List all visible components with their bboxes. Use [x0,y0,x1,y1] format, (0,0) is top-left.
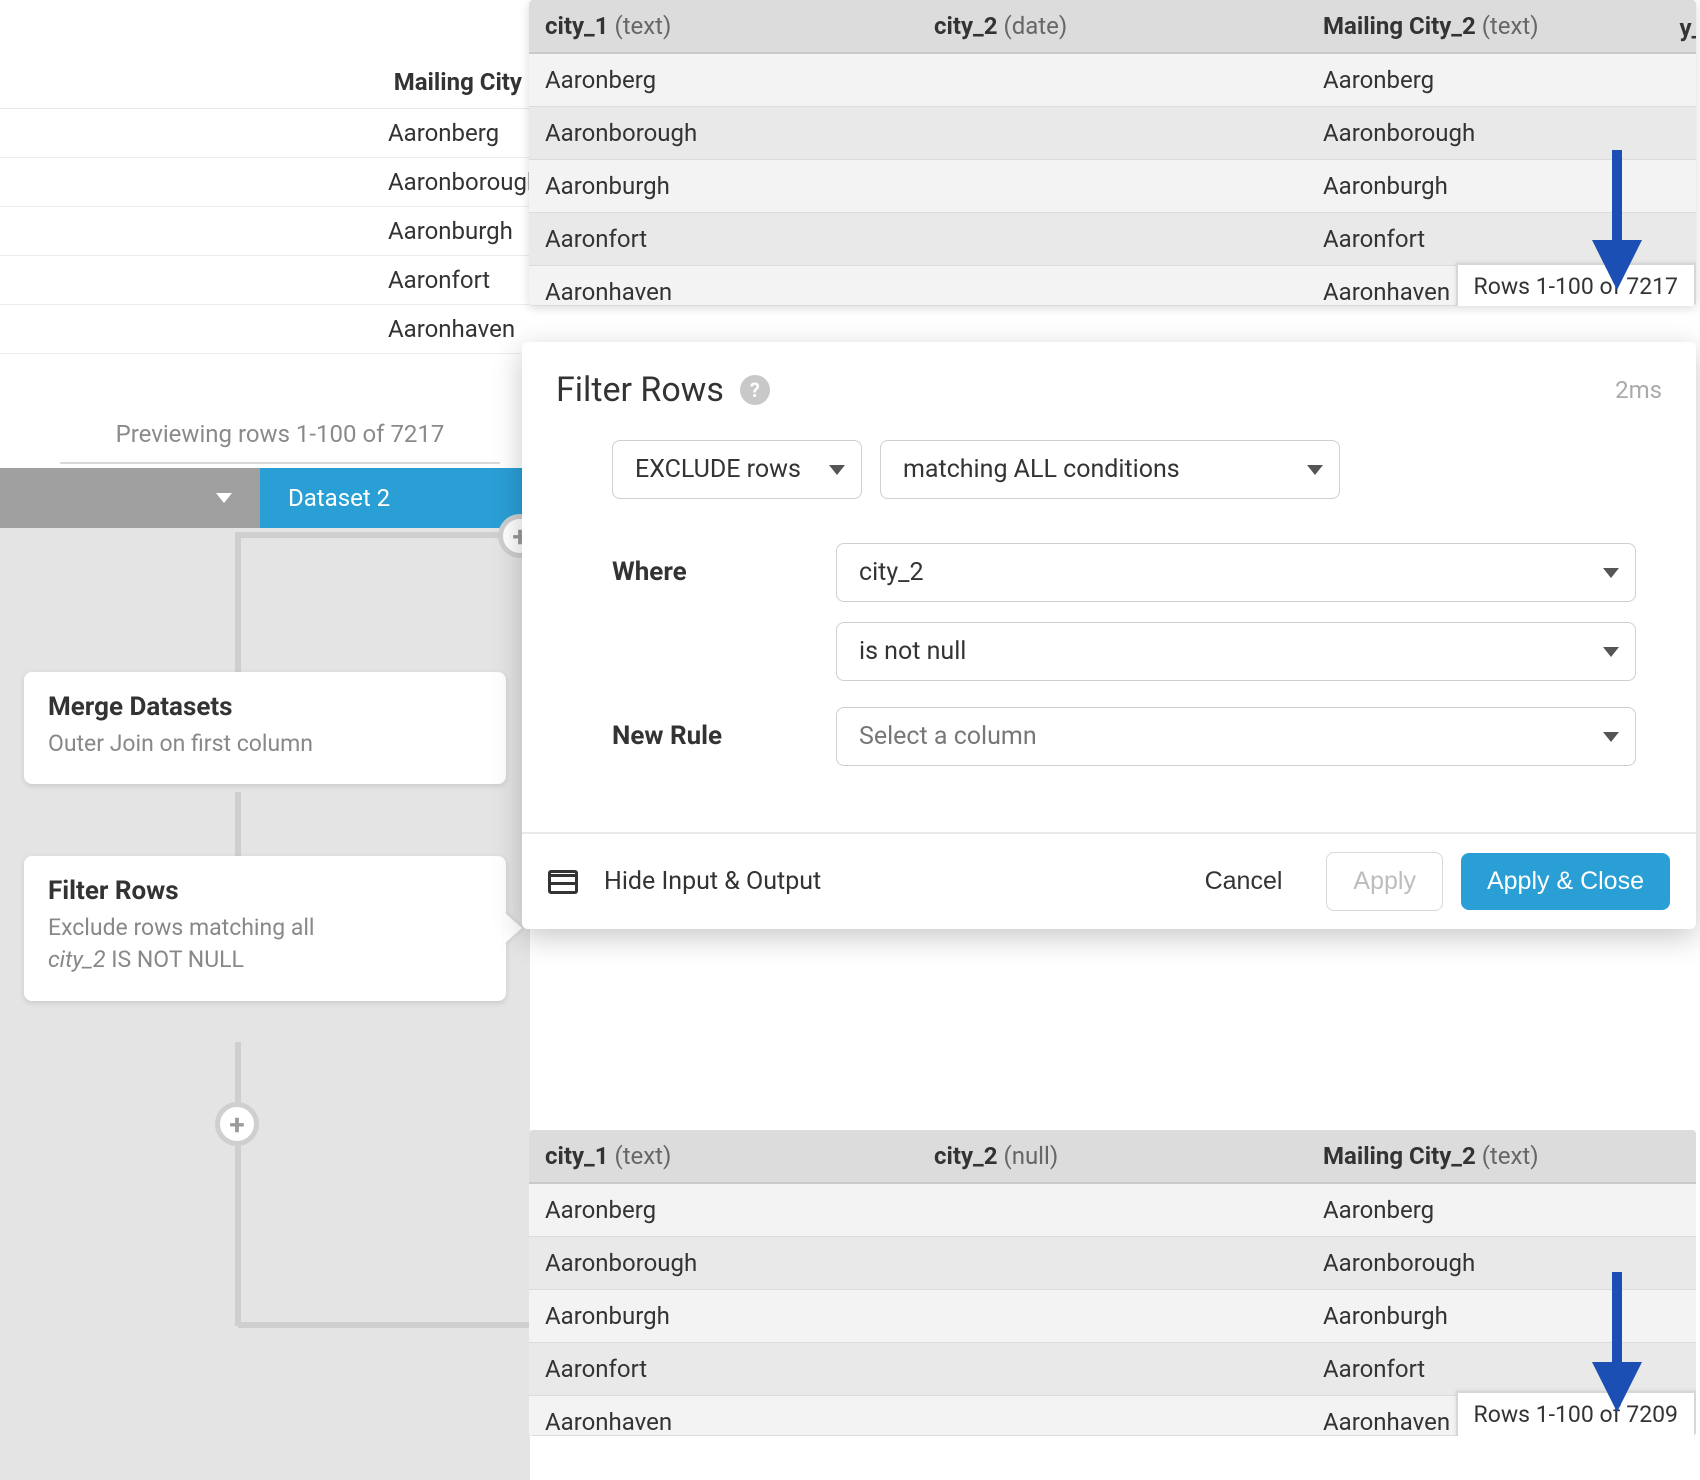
where-label: Where [612,543,812,587]
pipeline: + Merge Datasets Outer Join on first col… [0,532,530,1001]
where-column-select[interactable]: city_2 [836,543,1636,602]
background-table: Mailing City Aaronberg Aaronborough Aaro… [0,56,540,354]
connector-line [235,532,241,672]
dialog-title: Filter Rows [556,370,724,410]
pipeline-canvas: Dataset 2 + Merge Datasets Outer Join on… [0,468,530,1480]
annotation-arrow-icon [1592,150,1642,290]
help-icon[interactable]: ? [740,375,770,405]
connector-line [238,1322,536,1328]
step-subtitle: Exclude rows matching all city_2 IS NOT … [48,912,482,976]
chevron-down-icon [1603,732,1619,742]
cell [918,54,1307,106]
table-header-row: city_1 (text) city_2 (null) Mailing City… [529,1130,1696,1184]
cell [918,266,1307,305]
column-header[interactable]: Mailing City_2 (text) y_2 [1307,0,1696,52]
connector-line [238,532,520,538]
cell: Aaronborough [529,107,918,159]
table-header-row: city_1 (text) city_2 (date) Mailing City… [529,0,1696,54]
cell: Aaronburgh [529,1290,918,1342]
chevron-down-icon [1307,465,1323,475]
dataset-tab-1[interactable] [0,468,260,528]
cell: Aaronburgh [529,160,918,212]
cell [918,1343,1307,1395]
apply-button[interactable]: Apply [1326,852,1443,911]
table-row: Aaronborough Aaronborough [529,107,1696,160]
table-row: Aaronfort Aaronfort [529,1343,1696,1396]
cell [918,160,1307,212]
cell: Aaronfort [529,213,918,265]
cell [918,107,1307,159]
cancel-button[interactable]: Cancel [1179,853,1309,910]
input-preview-table: city_1 (text) city_2 (date) Mailing City… [529,0,1696,306]
preview-caption: Previewing rows 1-100 of 7217 [60,420,500,464]
cell: Aaronberg [529,54,918,106]
cell: Aaronhaven [529,1396,918,1435]
dataset-tabs: Dataset 2 [0,468,530,532]
new-rule-row: New Rule Select a column [612,707,1636,766]
bg-table-row: Aaronborough [0,158,540,207]
dataset-tab-2[interactable]: Dataset 2 [260,468,530,528]
cell [918,1184,1307,1236]
bg-table-header: Mailing City [0,56,540,109]
cell: Aaronborough [529,1237,918,1289]
bg-table-row: Aaronfort [0,256,540,305]
column-header[interactable]: city_1 (text) [529,0,918,52]
where-condition-select[interactable]: is not null [836,622,1636,681]
input-row-count-badge: Rows 1-100 of 7217 [1456,263,1696,306]
mode-selects-row: EXCLUDE rows matching ALL conditions [612,440,1636,499]
table-row: Aaronberg Aaronberg [529,1184,1696,1237]
cell: Aaronhaven [529,266,918,305]
chevron-down-icon [216,493,232,503]
table-row: Aaronborough Aaronborough [529,1237,1696,1290]
output-preview-table: city_1 (text) city_2 (null) Mailing City… [529,1130,1696,1436]
step-title: Merge Datasets [48,692,482,722]
step-title: Filter Rows [48,876,482,906]
table-icon [548,870,578,894]
table-row: Aaronburgh Aaronburgh [529,160,1696,213]
table-row: Aaronburgh Aaronburgh [529,1290,1696,1343]
column-header[interactable]: city_1 (text) [529,1130,918,1182]
truncated-column-hint: y_2 [1679,14,1696,42]
bg-table-row: Aaronberg [0,109,540,158]
dialog-footer: Hide Input & Output Cancel Apply Apply &… [522,832,1696,929]
bg-table-row: Aaronburgh [0,207,540,256]
connector-line [235,1146,241,1326]
filter-rows-step[interactable]: Filter Rows Exclude rows matching all ci… [24,856,506,1000]
selected-step-pointer [504,912,522,944]
apply-close-button[interactable]: Apply & Close [1461,853,1670,910]
execution-time-label: 2ms [1615,376,1662,404]
cell [918,213,1307,265]
add-step-button[interactable]: + [215,1102,259,1146]
dialog-header: Filter Rows ? 2ms [522,342,1696,420]
chevron-down-icon [829,465,845,475]
match-mode-select[interactable]: matching ALL conditions [880,440,1340,499]
cell [918,1290,1307,1342]
exclude-include-select[interactable]: EXCLUDE rows [612,440,862,499]
output-row-count-badge: Rows 1-100 of 7209 [1456,1391,1696,1436]
merge-datasets-step[interactable]: Merge Datasets Outer Join on first colum… [24,672,506,784]
table-row: Aaronfort Aaronfort [529,213,1696,266]
cell: Aaronfort [529,1343,918,1395]
column-header[interactable]: city_2 (null) [918,1130,1307,1182]
where-rule-row: Where city_2 is not null [612,543,1636,681]
new-rule-label: New Rule [612,707,812,751]
chevron-down-icon [1603,647,1619,657]
column-header[interactable]: Mailing City_2 (text) [1307,1130,1696,1182]
cell: Aaronberg [1307,1184,1696,1236]
step-subtitle: Outer Join on first column [48,728,482,760]
new-rule-column-select[interactable]: Select a column [836,707,1636,766]
hide-input-output-toggle[interactable]: Hide Input & Output [604,867,821,896]
annotation-arrow-icon [1592,1272,1642,1412]
cell: Aaronberg [529,1184,918,1236]
table-row: Aaronberg Aaronberg [529,54,1696,107]
dialog-body: EXCLUDE rows matching ALL conditions Whe… [522,420,1696,832]
filter-rows-dialog: Filter Rows ? 2ms EXCLUDE rows matching … [522,342,1696,929]
cell [918,1237,1307,1289]
cell [918,1396,1307,1435]
cell: Aaronberg [1307,54,1696,106]
chevron-down-icon [1603,568,1619,578]
column-header[interactable]: city_2 (date) [918,0,1307,52]
bg-table-row: Aaronhaven [0,305,540,354]
